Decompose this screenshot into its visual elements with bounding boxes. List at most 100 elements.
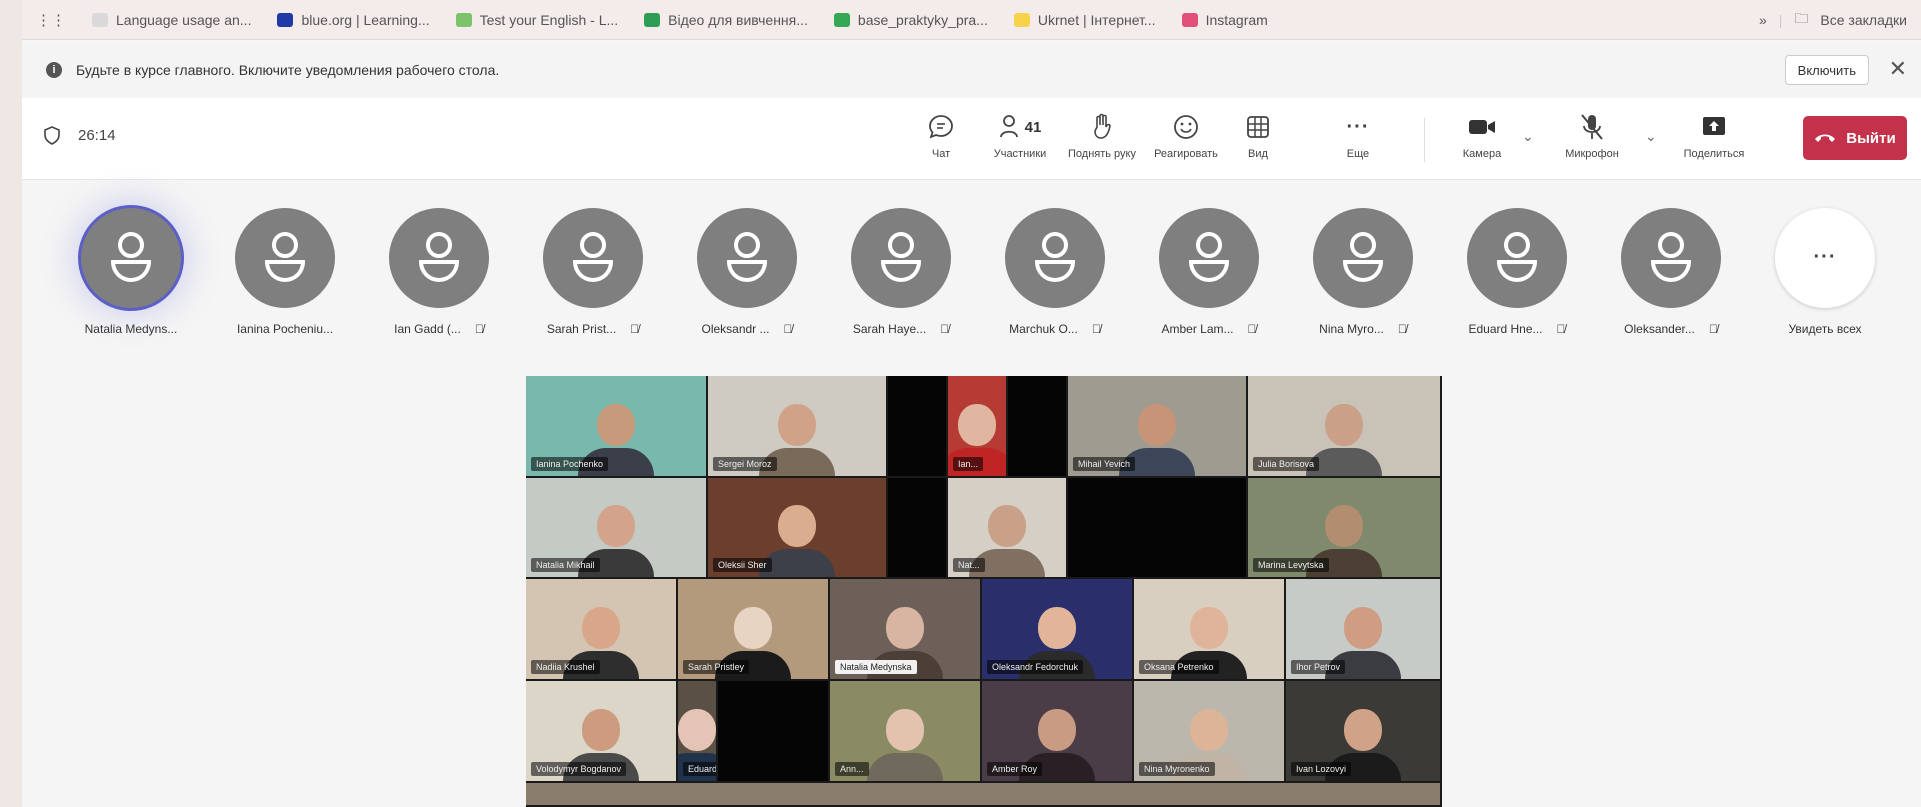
video-tile[interactable]: Julia Borisova <box>1248 376 1440 476</box>
video-tile[interactable]: Ianina Pochenko <box>526 376 706 476</box>
avatar-body-icon <box>1497 260 1537 282</box>
avatar-body-icon <box>1651 260 1691 282</box>
participant-tile[interactable]: Sarah Prist... 🎙̸ <box>528 200 658 336</box>
bookmark-item[interactable]: Відео для вивчення... <box>644 12 808 28</box>
bookmark-item[interactable]: base_praktyky_pra... <box>833 11 988 28</box>
bookmark-item[interactable]: Language usage an... <box>92 12 251 28</box>
bookmark-favicon-icon <box>833 12 850 27</box>
video-tile[interactable]: Nat... <box>948 478 1066 577</box>
bookmarks-overflow-button[interactable]: » <box>1759 12 1767 28</box>
bookmark-item[interactable]: blue.org | Learning... <box>277 12 430 28</box>
leave-label: Выйти <box>1846 129 1896 147</box>
share-label: Поделиться <box>1683 148 1745 160</box>
video-tile[interactable] <box>1068 478 1246 577</box>
more-button[interactable]: ··· Еще <box>1322 110 1394 161</box>
chat-button[interactable]: Чат <box>901 110 981 160</box>
camera-button[interactable]: Камера <box>1442 110 1522 160</box>
video-tile[interactable] <box>718 681 828 781</box>
raise-hand-button[interactable]: Поднять руку <box>1062 110 1142 160</box>
all-bookmarks-link[interactable]: Все закладки <box>1820 12 1907 28</box>
video-tile[interactable]: Oleksii Sher <box>708 478 886 577</box>
hang-up-phone-icon <box>1815 134 1836 142</box>
participant-name: Eduard Hne... <box>1468 322 1543 336</box>
video-tile[interactable]: Oleksandr Fedorchuk <box>982 579 1132 679</box>
video-tile[interactable]: Natalia Medynska <box>830 579 980 679</box>
video-tile[interactable]: Amber Roy <box>982 681 1132 781</box>
participant-tile[interactable]: Nina Myro... 🎙̸ <box>1298 200 1428 336</box>
camera-options-chevron-icon[interactable]: ⌄ <box>1522 128 1534 145</box>
bookmark-item[interactable]: Ukrnet | Інтернет... <box>1013 11 1156 28</box>
see-all-participants-button[interactable]: ··· Увидеть всех <box>1760 200 1890 336</box>
participant-tile[interactable]: Oleksandr ... 🎙̸ <box>682 200 812 336</box>
close-icon[interactable]: ✕ <box>1889 56 1907 82</box>
participant-tile[interactable]: Amber Lam... 🎙̸ <box>1144 200 1274 336</box>
participant-name-row: Eduard Hne... 🎙̸ <box>1452 322 1582 336</box>
video-tile[interactable]: Ivan Lozovyi <box>1286 681 1440 781</box>
video-name-tag: Sarah Pristley <box>683 660 750 674</box>
avatar-head-icon <box>734 232 760 258</box>
participant-tile[interactable]: Ian Gadd (... 🎙̸ <box>374 200 504 336</box>
avatar-body-icon <box>727 260 767 282</box>
view-button[interactable]: Вид <box>1218 110 1298 160</box>
leave-button[interactable]: Выйти <box>1803 116 1907 160</box>
video-name-tag: Nina Myronenko <box>1139 762 1215 776</box>
participant-tile[interactable]: Ianina Pocheniu... <box>220 200 350 336</box>
see-all-label-row: Увидеть всех <box>1760 322 1890 336</box>
avatar-head-icon <box>1196 232 1222 258</box>
react-button[interactable]: Реагировать <box>1146 110 1226 160</box>
microphone-muted-icon: 🎙̸ <box>1397 322 1407 336</box>
microphone-options-chevron-icon[interactable]: ⌄ <box>1645 128 1657 145</box>
video-tile[interactable]: Eduard Hnatyk <box>678 681 716 781</box>
video-tile[interactable]: Natalia Mikhail <box>526 478 706 577</box>
bookmark-label: base_praktyky_pra... <box>857 11 988 28</box>
video-tile[interactable]: Ann... <box>830 681 980 781</box>
avatar <box>81 208 181 308</box>
notification-text: Будьте в курсе главного. Включите уведом… <box>76 62 500 78</box>
video-tile[interactable] <box>888 376 946 476</box>
video-tile[interactable]: Sergei Moroz <box>708 376 886 476</box>
video-tile[interactable]: Nadiia Krushel <box>526 579 676 679</box>
video-tile[interactable]: Oksana Petrenko <box>1134 579 1284 679</box>
participant-name-row: Natalia Medyns... <box>66 322 196 336</box>
video-gallery-grid: Ianina Pochenko Sergei Moroz Ian... Mihail … <box>526 376 1442 807</box>
avatar-head-icon <box>272 232 298 258</box>
avatar <box>543 208 643 308</box>
microphone-muted-icon: 🎙̸ <box>474 322 484 336</box>
video-tile[interactable]: Mihail Yevich <box>1068 376 1246 476</box>
participants-button[interactable]: 41 Участники <box>980 110 1060 160</box>
participant-tile[interactable]: Eduard Hne... 🎙̸ <box>1452 200 1582 336</box>
participant-name: Ian Gadd (... <box>394 322 461 336</box>
avatar-head-icon <box>426 232 452 258</box>
bookmark-label: Instagram <box>1205 11 1268 28</box>
video-tile[interactable] <box>1008 376 1066 476</box>
video-tile[interactable]: Volodymyr Bogdanov <box>526 681 676 781</box>
bookmark-label: Ukrnet | Інтернет... <box>1037 11 1156 28</box>
microphone-muted-icon: 🎙̸ <box>1556 322 1566 336</box>
participant-name: Amber Lam... <box>1161 322 1234 336</box>
video-tile[interactable] <box>526 783 1440 805</box>
shield-icon <box>44 126 60 145</box>
avatar <box>1159 208 1259 308</box>
participant-tile[interactable]: Oleksander... 🎙̸ <box>1606 200 1736 336</box>
enable-notifications-button[interactable]: Включить <box>1784 55 1869 85</box>
video-tile[interactable]: Sarah Pristley <box>678 579 828 679</box>
participant-tile[interactable]: Sarah Haye... 🎙̸ <box>836 200 966 336</box>
participant-name-row: Sarah Prist... 🎙̸ <box>528 322 658 336</box>
apps-grid-icon[interactable]: ⋮⋮ <box>36 11 66 29</box>
bookmark-favicon-icon <box>455 12 472 27</box>
video-tile[interactable]: Marina Levytska <box>1248 478 1440 577</box>
video-tile[interactable]: Ian... <box>948 376 1006 476</box>
video-tile[interactable]: Ihor Petrov <box>1286 579 1440 679</box>
microphone-button[interactable]: Микрофон <box>1552 110 1632 160</box>
participant-name-row: Oleksandr ... 🎙̸ <box>682 322 812 336</box>
participant-strip: Natalia Medyns... Ianina Pocheniu... Ian G… <box>22 200 1921 350</box>
avatar-body-icon <box>265 260 305 282</box>
share-button[interactable]: Поделиться <box>1674 110 1754 160</box>
bookmark-item[interactable]: Instagram <box>1181 11 1268 28</box>
video-tile[interactable]: Nina Myronenko <box>1134 681 1284 781</box>
participant-tile[interactable]: Marchuk O... 🎙̸ <box>990 200 1120 336</box>
more-label: Еще <box>1346 148 1370 160</box>
participant-tile[interactable]: Natalia Medyns... <box>66 200 196 336</box>
video-tile[interactable] <box>888 478 946 577</box>
bookmark-item[interactable]: Test your English - L... <box>455 12 618 28</box>
